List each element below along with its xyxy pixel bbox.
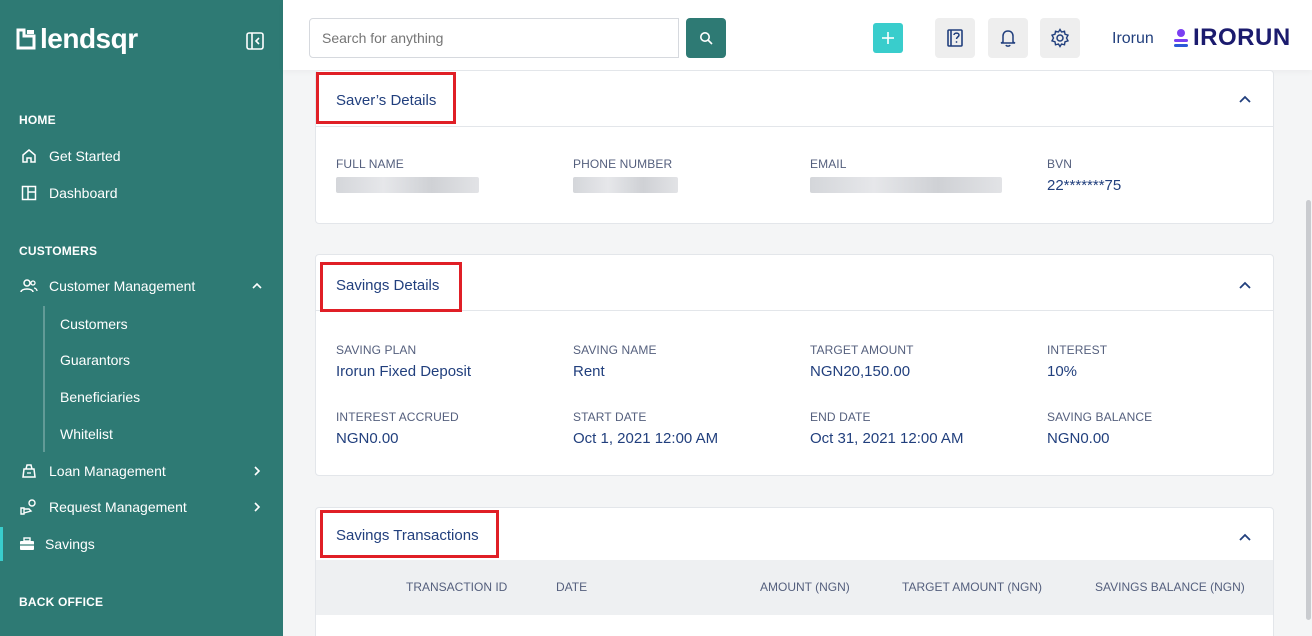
column-header[interactable]: AMOUNT (NGN): [760, 580, 850, 594]
sidebar-item-customer-management[interactable]: Customer Management: [0, 271, 283, 301]
field-saving-balance: SAVING BALANCE NGN0.00: [1047, 410, 1153, 447]
help-button[interactable]: [935, 18, 975, 58]
collapse-sidebar-icon[interactable]: [246, 32, 264, 50]
field-target-amount: TARGET AMOUNT NGN20,150.00: [810, 343, 914, 380]
field-interest: INTEREST 10%: [1047, 343, 1108, 380]
user-name[interactable]: Irorun: [1112, 30, 1154, 48]
field-full-name: FULL NAME: [336, 157, 479, 197]
field-saving-plan: SAVING PLAN Irorun Fixed Deposit: [336, 343, 472, 380]
sidebar-item-label: Savings: [45, 536, 95, 552]
column-header[interactable]: TRANSACTION ID: [406, 580, 507, 594]
highlight-box: [320, 262, 462, 312]
chevron-right-icon: [254, 502, 261, 512]
scrollbar[interactable]: [1306, 200, 1311, 620]
sidebar-item-get-started[interactable]: Get Started: [0, 141, 283, 171]
field-interest-accrued: INTEREST ACCRUED NGN0.00: [336, 410, 459, 447]
column-header[interactable]: SAVINGS BALANCE (NGN): [1095, 580, 1245, 594]
chevron-up-icon: [252, 282, 262, 289]
search-icon: [700, 32, 713, 45]
search-input[interactable]: [309, 18, 679, 58]
lendsqr-logo-icon: [16, 28, 36, 50]
settings-button[interactable]: [1040, 18, 1080, 58]
sidebar-item-loan-management[interactable]: Loan Management: [0, 456, 283, 486]
sidebar-subitem-guarantors[interactable]: Guarantors: [60, 352, 130, 368]
sidebar-item-label: Customer Management: [49, 278, 196, 294]
field-start-date: START DATE Oct 1, 2021 12:00 AM: [573, 410, 719, 447]
sidebar-item-request-management[interactable]: Request Management: [0, 492, 283, 522]
bell-icon: [1000, 30, 1016, 47]
add-button[interactable]: [873, 23, 903, 53]
sidebar-subitem-beneficiaries[interactable]: Beneficiaries: [60, 389, 140, 405]
chevron-up-icon[interactable]: [1237, 277, 1253, 293]
savers-details-card: Saver’s Details FULL NAME PHONE NUMBER E…: [315, 70, 1274, 224]
column-header[interactable]: DATE: [556, 580, 587, 594]
briefcase-icon: [18, 535, 36, 553]
sidebar-item-label: Loan Management: [49, 463, 166, 479]
notifications-button[interactable]: [988, 18, 1028, 58]
logo-text: lendsqr: [40, 23, 138, 54]
lendsqr-logo[interactable]: lendsqr: [16, 24, 138, 54]
field-saving-name: SAVING NAME Rent: [573, 343, 657, 380]
sidebar-item-dashboard[interactable]: Dashboard: [0, 178, 283, 208]
field-bvn: BVN 22*******75: [1047, 157, 1122, 194]
highlight-box: [320, 510, 499, 558]
field-phone-number: PHONE NUMBER: [573, 157, 678, 197]
redacted-value: [573, 177, 678, 193]
gear-icon: [1050, 28, 1070, 48]
search-button[interactable]: [686, 18, 726, 58]
sidebar-item-label: Get Started: [49, 148, 121, 164]
sidebar-item-label: Dashboard: [49, 185, 118, 201]
partner-logo-text: IRORUN: [1193, 24, 1291, 51]
users-icon: [20, 277, 38, 295]
sidebar-item-savings[interactable]: Savings: [0, 529, 283, 559]
dashboard-icon: [20, 184, 38, 202]
card-header[interactable]: Saver’s Details: [316, 71, 1273, 127]
highlight-box: [316, 72, 456, 124]
sidebar: lendsqr HOME Get Started Dashboard CUSTO…: [0, 0, 283, 636]
chevron-up-icon[interactable]: [1237, 91, 1253, 107]
section-customers: CUSTOMERS: [19, 244, 98, 258]
section-home: HOME: [19, 113, 56, 127]
sidebar-subitem-whitelist[interactable]: Whitelist: [60, 426, 113, 442]
irorun-logo: IRORUN: [1173, 26, 1291, 50]
redacted-value: [336, 177, 479, 193]
chevron-right-icon: [254, 466, 261, 476]
help-icon: [947, 29, 963, 47]
redacted-value: [810, 177, 1002, 193]
column-header[interactable]: TARGET AMOUNT (NGN): [902, 580, 1042, 594]
hand-money-icon: [20, 498, 38, 516]
table-header: TRANSACTION ID DATE AMOUNT (NGN) TARGET …: [316, 560, 1273, 615]
field-email: EMAIL: [810, 157, 1002, 197]
plus-icon: [882, 32, 894, 44]
sidebar-subitem-customers[interactable]: Customers: [60, 316, 128, 332]
loan-icon: [20, 462, 38, 480]
field-end-date: END DATE Oct 31, 2021 12:00 AM: [810, 410, 964, 447]
section-back-office: BACK OFFICE: [19, 595, 104, 609]
submenu-line: [43, 306, 45, 452]
sidebar-item-label: Request Management: [49, 499, 187, 515]
chevron-up-icon[interactable]: [1237, 529, 1253, 545]
topbar: Irorun IRORUN: [283, 0, 1312, 70]
home-icon: [20, 147, 38, 165]
person-logo-icon: [1174, 29, 1188, 47]
